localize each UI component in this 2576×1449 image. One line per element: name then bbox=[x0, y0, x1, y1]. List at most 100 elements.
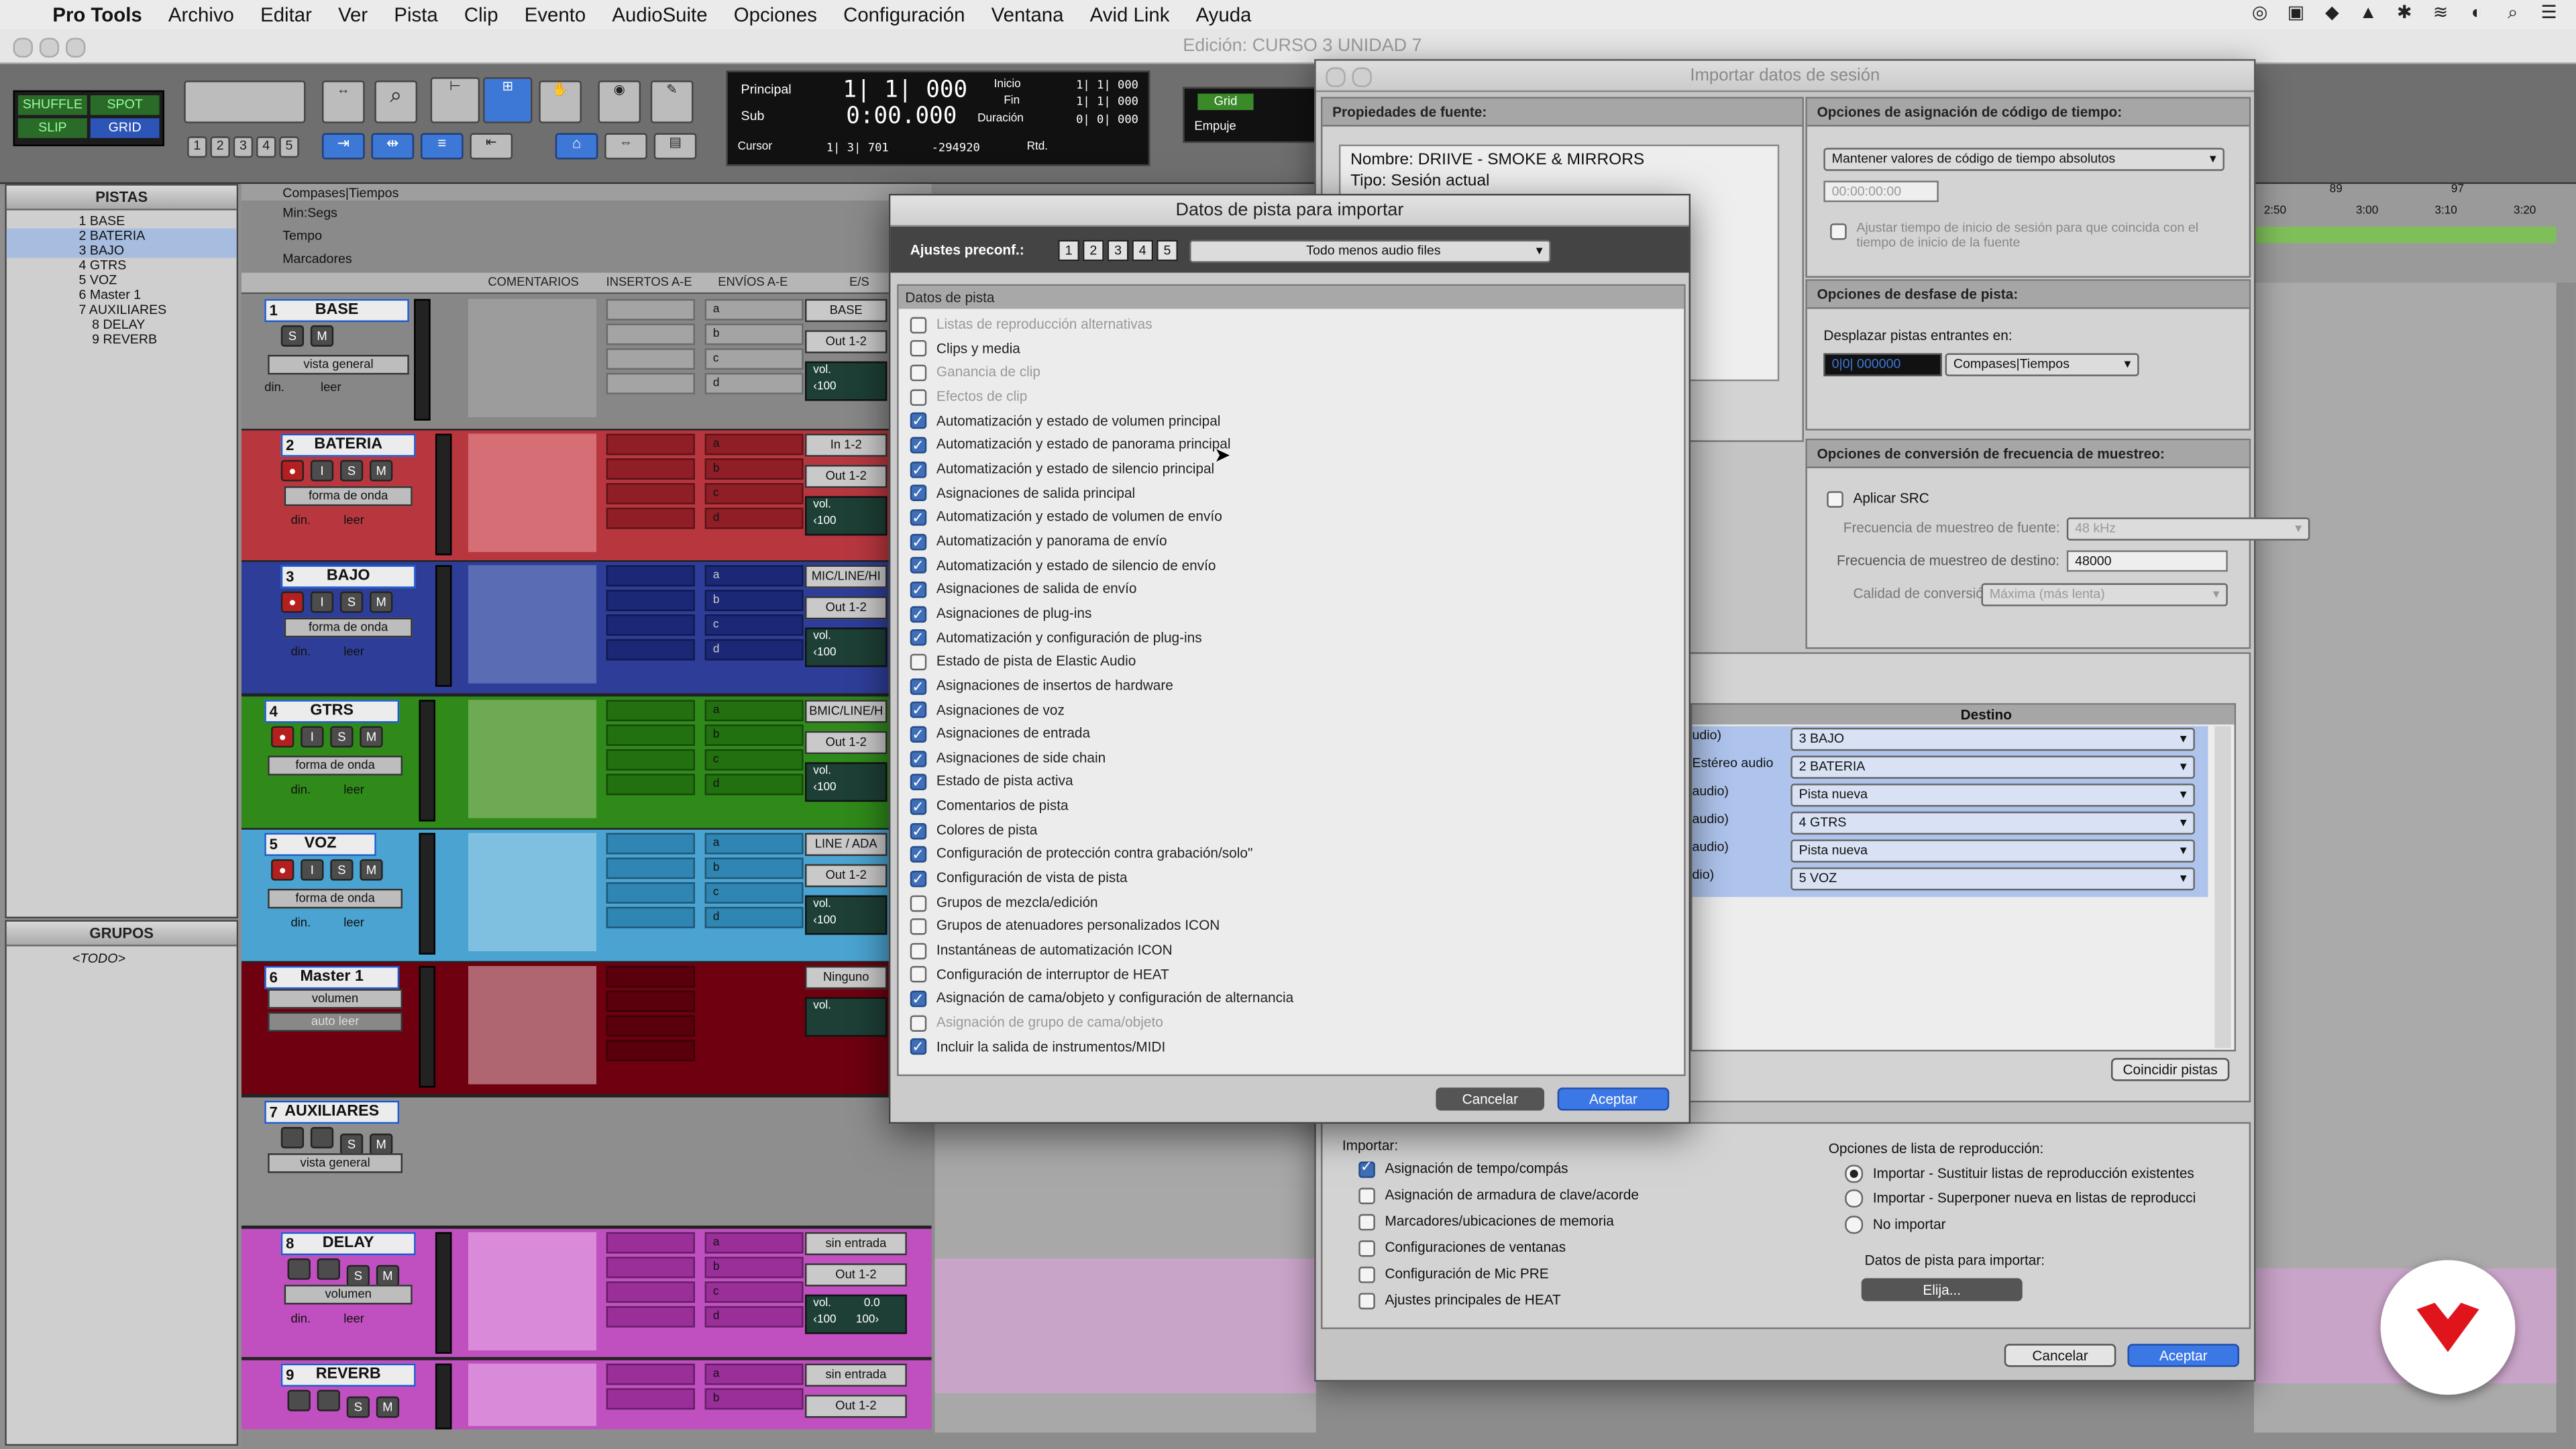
track-data-option[interactable]: Grupos de atenuadores personalizados ICO… bbox=[899, 914, 1684, 938]
track-data-option-checkbox[interactable] bbox=[910, 434, 927, 458]
zoom-preset-2[interactable]: 2 bbox=[210, 136, 230, 158]
send-slot[interactable]: a bbox=[704, 299, 804, 321]
automation-mode[interactable]: leer bbox=[343, 513, 364, 527]
insert-slot[interactable] bbox=[606, 773, 695, 796]
menu-editar[interactable]: Editar bbox=[260, 3, 312, 26]
preset-1-button[interactable]: 1 bbox=[1058, 239, 1079, 262]
tracks-table-scrollbar[interactable] bbox=[2214, 726, 2231, 1049]
zoom-toggle-icon[interactable]: ▤ bbox=[653, 133, 697, 160]
output-selector[interactable]: Out 1-2 bbox=[805, 596, 888, 620]
preset-2-button[interactable]: 2 bbox=[1082, 239, 1104, 262]
track-data-option-checkbox[interactable] bbox=[910, 554, 927, 578]
menu-avid-link[interactable]: Avid Link bbox=[1090, 3, 1170, 26]
insert-slot[interactable] bbox=[606, 857, 695, 879]
comments-box[interactable] bbox=[468, 966, 596, 1085]
playlist-none-radio[interactable] bbox=[1845, 1216, 1864, 1234]
insert-slot[interactable] bbox=[606, 1232, 695, 1254]
track-data-option-checkbox[interactable] bbox=[910, 698, 927, 722]
send-slot[interactable]: d bbox=[704, 639, 804, 661]
source-track-cell[interactable]: udio) bbox=[1692, 728, 1721, 743]
insert-slot[interactable] bbox=[606, 590, 695, 612]
track-data-option-checkbox[interactable] bbox=[910, 653, 927, 671]
app-tray-icon[interactable]: ▣ bbox=[2286, 3, 2307, 25]
mute-button[interactable]: M bbox=[310, 325, 334, 347]
track-data-option-checkbox[interactable] bbox=[910, 722, 927, 747]
preset-3-button[interactable]: 3 bbox=[1107, 239, 1129, 262]
din-button[interactable]: din. bbox=[290, 915, 311, 930]
track-view-selector[interactable]: forma de onda bbox=[268, 755, 403, 775]
insertion-follows-icon[interactable]: ≡ bbox=[420, 133, 464, 160]
destination-dropdown[interactable]: Pista nueva bbox=[1790, 784, 2195, 807]
track-data-option-checkbox[interactable] bbox=[910, 894, 927, 911]
insert-slot[interactable] bbox=[606, 700, 695, 722]
track-data-option-checkbox[interactable] bbox=[910, 1036, 927, 1060]
track-data-option[interactable]: Asignaciones de insertos de hardware bbox=[899, 674, 1684, 698]
destination-dropdown[interactable]: 2 BATERIA bbox=[1790, 755, 2195, 779]
track-data-option[interactable]: Asignaciones de entrada bbox=[899, 721, 1684, 747]
track-data-option[interactable]: Asignaciones de salida de envío bbox=[899, 577, 1684, 602]
send-slot[interactable]: c bbox=[704, 348, 804, 370]
track-view-selector[interactable]: vista general bbox=[268, 1153, 403, 1173]
counter-rtd-label[interactable]: Rtd. bbox=[1027, 142, 1048, 153]
track-list-item[interactable]: 4 GTRS bbox=[7, 258, 237, 272]
track-name[interactable]: 4 GTRS bbox=[264, 700, 400, 723]
insert-slot[interactable] bbox=[606, 882, 695, 904]
mute-button[interactable]: M bbox=[376, 1265, 400, 1287]
send-slot[interactable]: a bbox=[704, 1363, 804, 1385]
counter-sub-value[interactable]: 0:00.000 bbox=[846, 103, 957, 129]
apply-src-option[interactable]: Aplicar SRC bbox=[1827, 490, 1929, 508]
import-markers-checkbox[interactable] bbox=[1358, 1214, 1375, 1230]
track-data-option[interactable]: Estado de pista de Elastic Audio bbox=[899, 649, 1684, 674]
choose-track-data-button[interactable]: Elija... bbox=[1861, 1278, 2023, 1301]
mute-button[interactable]: M bbox=[376, 1396, 400, 1418]
solo-button[interactable]: S bbox=[346, 1265, 370, 1287]
track-list-item[interactable]: 1 BASE bbox=[7, 213, 237, 228]
track-data-cancel-button[interactable]: Cancelar bbox=[1436, 1087, 1545, 1111]
import-window-configs-option[interactable]: Configuraciones de ventanas bbox=[1358, 1239, 1566, 1256]
mute-button[interactable]: M bbox=[370, 460, 393, 482]
track-data-option-checkbox[interactable] bbox=[910, 506, 927, 530]
track-data-option[interactable]: Automatización y panorama de envío bbox=[899, 529, 1684, 554]
din-button[interactable]: din. bbox=[290, 513, 311, 527]
timecode-value-field[interactable]: 00:00:00:00 bbox=[1823, 180, 1939, 203]
din-button[interactable]: din. bbox=[290, 644, 311, 659]
shuffle-mode-button[interactable]: SHUFFLE bbox=[17, 95, 87, 115]
track-data-option-checkbox[interactable] bbox=[910, 819, 927, 843]
automation-mode[interactable]: leer bbox=[343, 915, 364, 930]
solo-button[interactable]: S bbox=[339, 460, 364, 482]
solo-button[interactable]: S bbox=[280, 325, 305, 347]
output-selector[interactable]: Out 1-2 bbox=[805, 731, 888, 755]
track-data-option[interactable]: Automatización y estado de volumen de en… bbox=[899, 504, 1684, 530]
track-data-option[interactable]: Asignaciones de side chain bbox=[899, 745, 1684, 771]
mute-button[interactable]: M bbox=[370, 1133, 393, 1155]
track-data-option-checkbox[interactable] bbox=[910, 943, 927, 959]
import-mic-pre-checkbox[interactable] bbox=[1358, 1266, 1375, 1283]
menu-ver[interactable]: Ver bbox=[338, 3, 368, 26]
send-slot[interactable]: b bbox=[704, 1388, 804, 1410]
search-icon[interactable]: ⌕ bbox=[2502, 3, 2524, 25]
folder-button[interactable] bbox=[310, 1127, 334, 1148]
track-data-option[interactable]: Automatización y estado de panorama prin… bbox=[899, 433, 1684, 458]
menu-archivo[interactable]: Archivo bbox=[168, 3, 234, 26]
zoom-preset-5[interactable]: 5 bbox=[279, 136, 299, 158]
track-view-selector[interactable]: forma de onda bbox=[268, 888, 403, 909]
track-data-option[interactable]: Configuración de vista de pista bbox=[899, 866, 1684, 892]
destination-dropdown[interactable]: 5 VOZ bbox=[1790, 867, 2195, 891]
input-monitor-button[interactable]: I bbox=[310, 460, 334, 482]
zoom-preset-1[interactable]: 1 bbox=[187, 136, 207, 158]
comments-box[interactable] bbox=[468, 433, 596, 552]
automation-mode[interactable]: leer bbox=[321, 380, 341, 394]
track-list-item[interactable]: 7 AUXILIARES bbox=[7, 303, 237, 317]
send-slot[interactable]: c bbox=[704, 483, 804, 504]
track-data-option[interactable]: Automatización y estado de volumen princ… bbox=[899, 409, 1684, 434]
dest-rate-field[interactable]: 48000 bbox=[2066, 550, 2228, 572]
preset-4-button[interactable]: 4 bbox=[1132, 239, 1154, 262]
zoom-preset-4[interactable]: 4 bbox=[256, 136, 276, 158]
track-data-option[interactable]: Asignaciones de voz bbox=[899, 698, 1684, 722]
counter-duracion-value[interactable]: 0| 0| 000 bbox=[1076, 113, 1138, 127]
avid-icon[interactable]: ◆ bbox=[2321, 3, 2343, 25]
insert-slot[interactable] bbox=[606, 1256, 695, 1279]
nudge-label[interactable]: Empuje bbox=[1194, 118, 1236, 133]
destination-dropdown[interactable]: 4 GTRS bbox=[1790, 811, 2195, 835]
tab-to-transient-icon[interactable]: ⇤ bbox=[470, 133, 513, 160]
